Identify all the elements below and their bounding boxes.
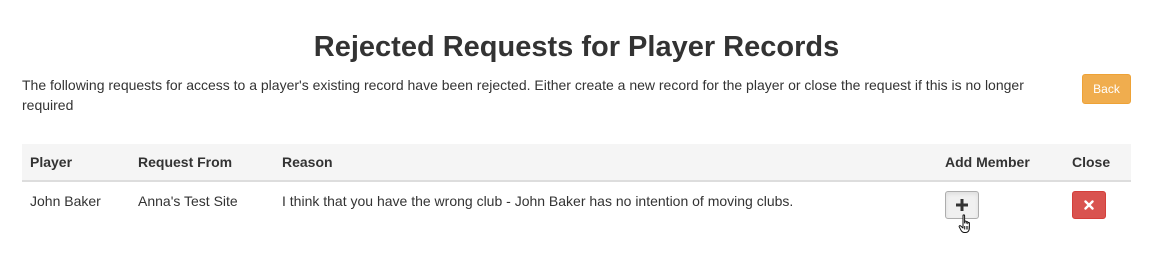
back-button[interactable]: Back — [1082, 74, 1131, 104]
rejected-requests-table: Player Request From Reason Add Member Cl… — [22, 144, 1131, 220]
table-body: John Baker Anna's Test Site I think that… — [22, 181, 1131, 220]
cell-close — [1064, 181, 1131, 220]
close-request-button[interactable] — [1072, 191, 1106, 219]
table-row: John Baker Anna's Test Site I think that… — [22, 181, 1131, 220]
header-add-member: Add Member — [937, 144, 1064, 182]
header-close: Close — [1064, 144, 1131, 182]
table-header: Player Request From Reason Add Member Cl… — [22, 144, 1131, 182]
page: Rejected Requests for Player Records The… — [0, 0, 1161, 260]
cell-request-from: Anna's Test Site — [138, 193, 238, 209]
plus-icon — [956, 199, 968, 211]
close-x-icon — [1084, 200, 1094, 210]
header-request-from: Request From — [130, 144, 274, 182]
header-player: Player — [22, 144, 130, 182]
table-header-row: Player Request From Reason Add Member Cl… — [22, 144, 1131, 182]
header-reason: Reason — [274, 144, 937, 182]
cell-reason: I think that you have the wrong club - J… — [282, 193, 794, 209]
cell-player: John Baker — [30, 193, 101, 209]
add-member-button[interactable] — [945, 191, 979, 219]
intro-text: The following requests for access to a p… — [22, 77, 1024, 113]
page-title: Rejected Requests for Player Records — [313, 31, 840, 63]
cell-add-member — [937, 181, 1064, 220]
